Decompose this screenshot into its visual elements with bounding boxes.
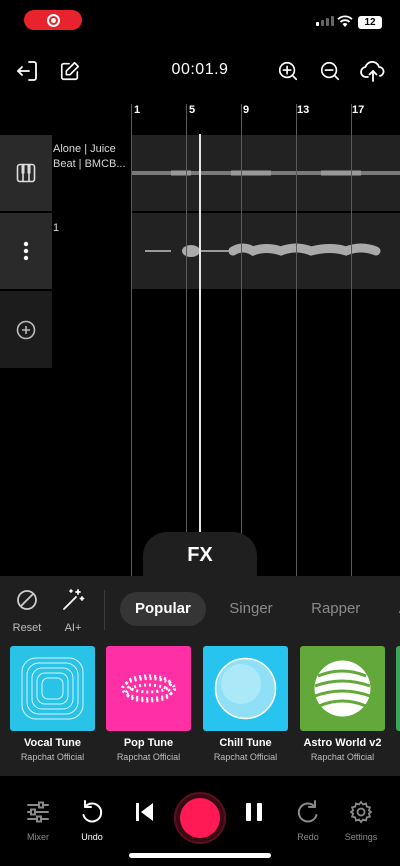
pause-icon xyxy=(246,803,262,821)
plus-circle-icon xyxy=(16,320,36,339)
bar-marker: 5 xyxy=(189,104,196,116)
settings-button[interactable]: Settings xyxy=(336,798,386,842)
pause-button[interactable] xyxy=(229,798,279,826)
beat-gridline xyxy=(241,104,242,576)
add-track-button[interactable] xyxy=(0,291,52,368)
upload-icon[interactable] xyxy=(360,58,386,84)
effect-card-astro-world-v2[interactable]: Astro World v2 Rapchat Official xyxy=(300,646,385,762)
effects-panel: Reset AI+ Popular Singer Rapper Ad Lib V… xyxy=(0,576,400,776)
redo-button[interactable]: Redo xyxy=(283,798,333,842)
tab-ad-lib[interactable]: Ad Lib xyxy=(384,592,400,626)
home-indicator xyxy=(129,853,271,858)
undo-icon xyxy=(82,800,103,823)
playhead[interactable] xyxy=(199,134,201,576)
vocal-tune-artwork xyxy=(10,646,95,731)
track-1-instrument-button[interactable] xyxy=(0,135,52,211)
zoom-out-icon[interactable] xyxy=(317,58,343,84)
effect-card-next[interactable] xyxy=(396,646,400,731)
timeline-ruler[interactable]: 1 5 9 13 17 xyxy=(131,100,400,132)
tab-popular[interactable]: Popular xyxy=(120,592,206,626)
bar-marker: 9 xyxy=(243,104,250,116)
bar-marker: 17 xyxy=(352,104,365,116)
battery-indicator: 12 xyxy=(358,16,382,29)
skip-to-start-button[interactable] xyxy=(120,798,170,826)
reset-button[interactable]: Reset xyxy=(7,588,47,634)
effect-card-chill-tune[interactable]: Chill Tune Rapchat Official xyxy=(203,646,288,762)
track-2-name[interactable]: 1 xyxy=(53,221,131,236)
effect-presets: Vocal Tune Rapchat Official Pop Tune Rap… xyxy=(10,646,400,766)
track-2-lane[interactable] xyxy=(131,213,400,289)
ai-plus-button[interactable]: AI+ xyxy=(53,588,93,634)
exit-icon[interactable] xyxy=(14,58,40,84)
effect-card-vocal-tune[interactable]: Vocal Tune Rapchat Official xyxy=(10,646,95,762)
top-toolbar: 00:01.9 xyxy=(0,54,400,88)
tab-singer[interactable]: Singer xyxy=(214,592,287,626)
piano-icon xyxy=(16,163,36,183)
beat-gridline xyxy=(186,104,187,576)
beat-waveform xyxy=(131,170,400,176)
bar-marker: 13 xyxy=(297,104,310,116)
mixer-sliders-icon xyxy=(27,801,49,823)
record-button[interactable] xyxy=(174,792,226,844)
beat-gridline xyxy=(351,104,352,576)
beat-gridline xyxy=(296,104,297,576)
astro-world-artwork xyxy=(300,646,385,731)
vocal-waveform xyxy=(145,243,381,257)
chill-tune-artwork xyxy=(203,646,288,731)
magic-wand-icon xyxy=(63,589,85,610)
record-dot-icon xyxy=(46,13,60,27)
next-effect-artwork xyxy=(396,646,400,731)
effect-card-pop-tune[interactable]: Pop Tune Rapchat Official xyxy=(106,646,191,762)
skip-back-icon xyxy=(136,803,153,821)
beat-gridline xyxy=(131,104,132,576)
fx-tab-button[interactable]: FX xyxy=(143,532,257,578)
wifi-icon xyxy=(337,15,353,27)
status-bar: 12 xyxy=(0,0,400,42)
panel-divider xyxy=(104,590,105,630)
gear-icon xyxy=(349,800,373,824)
more-vertical-icon xyxy=(23,241,29,261)
undo-button[interactable]: Undo xyxy=(67,798,117,842)
reset-icon xyxy=(17,590,37,610)
redo-icon xyxy=(297,800,318,823)
effect-category-tabs: Popular Singer Rapper Ad Lib xyxy=(120,592,400,626)
mixer-button[interactable]: Mixer xyxy=(13,798,63,842)
track-1-lane[interactable] xyxy=(131,135,400,211)
tab-rapper[interactable]: Rapper xyxy=(296,592,375,626)
edit-icon[interactable] xyxy=(57,58,83,84)
track-2-options-button[interactable] xyxy=(0,213,52,289)
cellular-signal-icon xyxy=(316,16,334,26)
bar-marker: 1 xyxy=(134,104,141,116)
screen-recording-indicator[interactable] xyxy=(24,10,82,30)
zoom-in-icon[interactable] xyxy=(275,58,301,84)
track-1-name[interactable]: Alone | Juice Beat | BMCB... xyxy=(53,142,131,172)
pop-tune-artwork xyxy=(106,646,191,731)
